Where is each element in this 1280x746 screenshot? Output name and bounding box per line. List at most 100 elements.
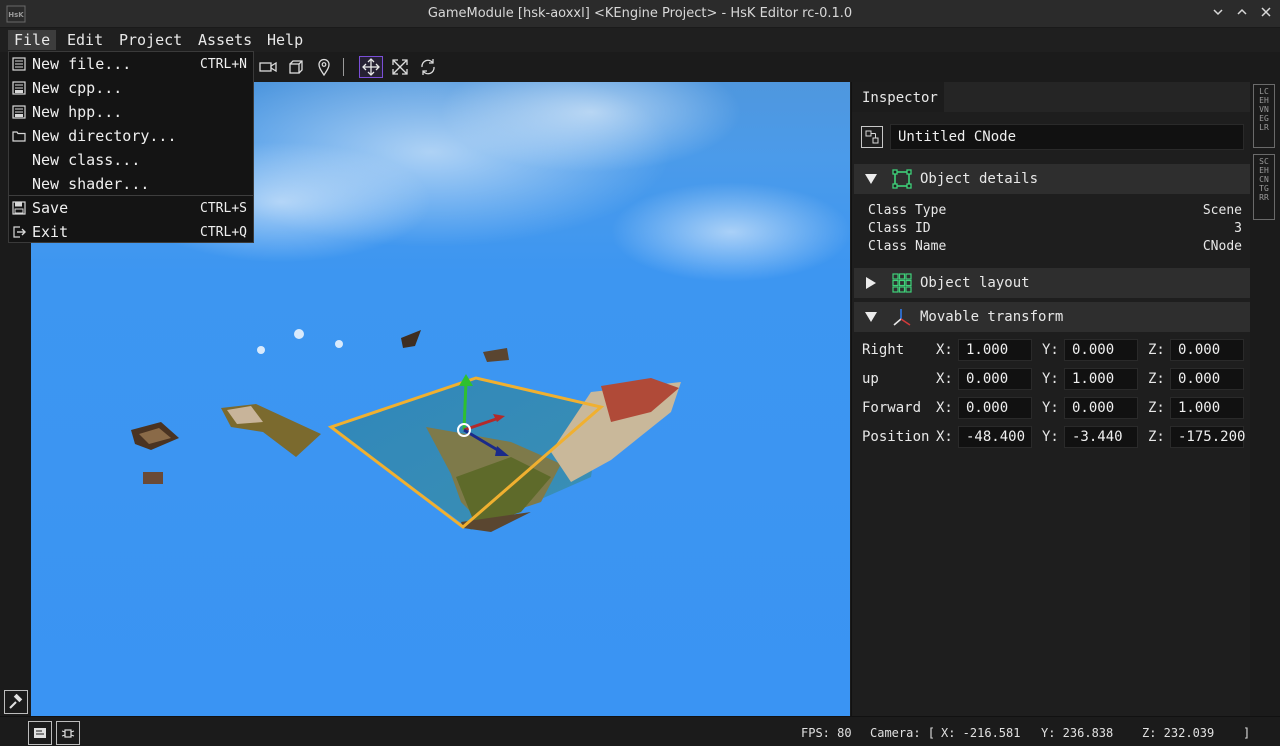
- menu-item-shortcut: CTRL+Q: [200, 225, 247, 240]
- node-icon: [861, 126, 883, 148]
- menu-item-shortcut: CTRL+S: [200, 201, 247, 216]
- camera-icon: [259, 61, 277, 73]
- detail-value: Scene: [1202, 203, 1242, 218]
- cloud: [611, 182, 850, 282]
- camera-y: Y: 236.838: [1041, 726, 1114, 740]
- menu-item-new-file[interactable]: New file... CTRL+N: [9, 52, 253, 76]
- rotate-tool-button[interactable]: [416, 56, 440, 78]
- save-icon: [12, 201, 26, 215]
- menu-item-new-hpp[interactable]: New hpp...: [9, 100, 253, 124]
- section-title: Object layout: [920, 275, 1030, 291]
- cube-tool-button[interactable]: [284, 56, 308, 78]
- build-tool-button[interactable]: [4, 690, 28, 714]
- axis-label-y: Y:: [1042, 400, 1059, 416]
- debug-toggle-button[interactable]: [56, 721, 80, 745]
- object-name-input[interactable]: Untitled CNode: [890, 124, 1244, 150]
- menu-item-new-cpp[interactable]: New cpp...: [9, 76, 253, 100]
- camera-tool-button[interactable]: [256, 56, 280, 78]
- pin-tool-button[interactable]: [312, 56, 336, 78]
- right-z-input[interactable]: 0.000: [1170, 339, 1244, 361]
- document-icon: [12, 57, 26, 71]
- exit-icon: [13, 226, 26, 238]
- movable-transform-header[interactable]: Movable transform: [854, 302, 1250, 332]
- up-x-input[interactable]: 0.000: [958, 368, 1032, 390]
- camera-z: Z: 232.039: [1142, 726, 1215, 740]
- transform-label: up: [862, 371, 879, 387]
- menu-edit[interactable]: Edit: [61, 30, 109, 50]
- transform-row-forward: Forward X: 0.000 Y: 0.000 Z: 1.000: [852, 395, 1251, 421]
- axis-label-x: X:: [936, 429, 953, 445]
- collapse-arrow-icon: [865, 174, 877, 184]
- object-details-header[interactable]: Object details: [854, 164, 1250, 194]
- side-tab-label: SCEHCNTGRR: [1259, 157, 1269, 202]
- right-x-input[interactable]: 1.000: [958, 339, 1032, 361]
- section-title: Object details: [920, 171, 1039, 187]
- menu-item-label: New shader...: [32, 175, 150, 193]
- axis-label-z: Z:: [1148, 429, 1165, 445]
- rotate-icon: [421, 59, 435, 75]
- position-x-input[interactable]: -48.400: [958, 426, 1032, 448]
- menu-item-save[interactable]: Save CTRL+S: [9, 196, 253, 220]
- scale-icon: [392, 59, 408, 75]
- floating-island: [483, 348, 509, 362]
- menu-help[interactable]: Help: [261, 30, 309, 50]
- menu-item-label: Exit: [32, 223, 69, 241]
- axis-label-y: Y:: [1042, 342, 1059, 358]
- move-tool-button[interactable]: [359, 56, 383, 78]
- detail-key: Class Type: [868, 203, 947, 218]
- transform-row-up: up X: 0.000 Y: 1.000 Z: 0.000: [852, 366, 1251, 392]
- window-title: GameModule [hsk-aoxxl] <KEngine Project>…: [427, 6, 853, 21]
- console-toggle-button[interactable]: [28, 721, 52, 745]
- camera-x: X: -216.581: [941, 726, 1021, 740]
- close-button[interactable]: [1256, 4, 1276, 24]
- menu-item-exit[interactable]: Exit CTRL+Q: [9, 220, 253, 244]
- menu-project[interactable]: Project: [113, 30, 188, 50]
- detail-key: Class Name: [868, 239, 947, 254]
- transform-label: Forward: [862, 400, 922, 416]
- axis-label-x: X:: [936, 342, 953, 358]
- forward-y-input[interactable]: 0.000: [1064, 397, 1138, 419]
- side-tab-strip: LCEHVNEGLR SCEHCNTGRR: [1250, 82, 1280, 716]
- maximize-button[interactable]: [1232, 4, 1252, 24]
- side-tab-label: LCEHVNEGLR: [1259, 87, 1269, 132]
- up-y-input[interactable]: 1.000: [1064, 368, 1138, 390]
- scale-tool-button[interactable]: [388, 56, 412, 78]
- chevron-up-icon: [1237, 8, 1247, 15]
- tab-inspector[interactable]: Inspector: [852, 82, 944, 112]
- side-tab-2[interactable]: SCEHCNTGRR: [1253, 154, 1275, 220]
- forward-z-input[interactable]: 1.000: [1170, 397, 1244, 419]
- section-title: Movable transform: [920, 309, 1064, 325]
- menu-assets[interactable]: Assets: [192, 30, 258, 50]
- transform-row-position: Position X: -48.400 Y: -3.440 Z: -175.20…: [852, 424, 1251, 450]
- inspector-panel: Inspector Untitled CNode Object details …: [851, 82, 1250, 716]
- console-icon: [34, 728, 46, 738]
- axis-label-z: Z:: [1148, 342, 1165, 358]
- axis-label-z: Z:: [1148, 400, 1165, 416]
- axis-label-y: Y:: [1042, 429, 1059, 445]
- axis-label-y: Y:: [1042, 371, 1059, 387]
- up-z-input[interactable]: 0.000: [1170, 368, 1244, 390]
- bug-icon: [61, 729, 75, 738]
- camera-prefix: Camera: [: [870, 726, 936, 740]
- move-icon: [362, 58, 380, 76]
- position-y-input[interactable]: -3.440: [1064, 426, 1138, 448]
- menu-item-new-class[interactable]: New class...: [9, 148, 253, 172]
- floating-island: [401, 330, 421, 348]
- right-y-input[interactable]: 0.000: [1064, 339, 1138, 361]
- detail-row: Class Name CNode: [868, 238, 1242, 256]
- position-z-input[interactable]: -175.200: [1170, 426, 1245, 448]
- menu-file[interactable]: File: [8, 30, 57, 50]
- minimize-button[interactable]: [1208, 4, 1228, 24]
- detail-row: Class ID 3: [868, 220, 1242, 238]
- collapse-arrow-icon: [865, 312, 877, 322]
- side-tab-1[interactable]: LCEHVNEGLR: [1253, 84, 1275, 148]
- cpp-file-icon: [12, 81, 26, 95]
- menu-item-label: Save: [32, 199, 69, 217]
- floating-island: [221, 404, 321, 457]
- chevron-down-icon: [1213, 9, 1223, 16]
- forward-x-input[interactable]: 0.000: [958, 397, 1032, 419]
- menu-item-new-directory[interactable]: New directory...: [9, 124, 253, 148]
- menu-item-new-shader[interactable]: New shader...: [9, 172, 253, 196]
- object-layout-header[interactable]: Object layout: [854, 268, 1250, 298]
- menu-item-shortcut: CTRL+N: [200, 57, 247, 72]
